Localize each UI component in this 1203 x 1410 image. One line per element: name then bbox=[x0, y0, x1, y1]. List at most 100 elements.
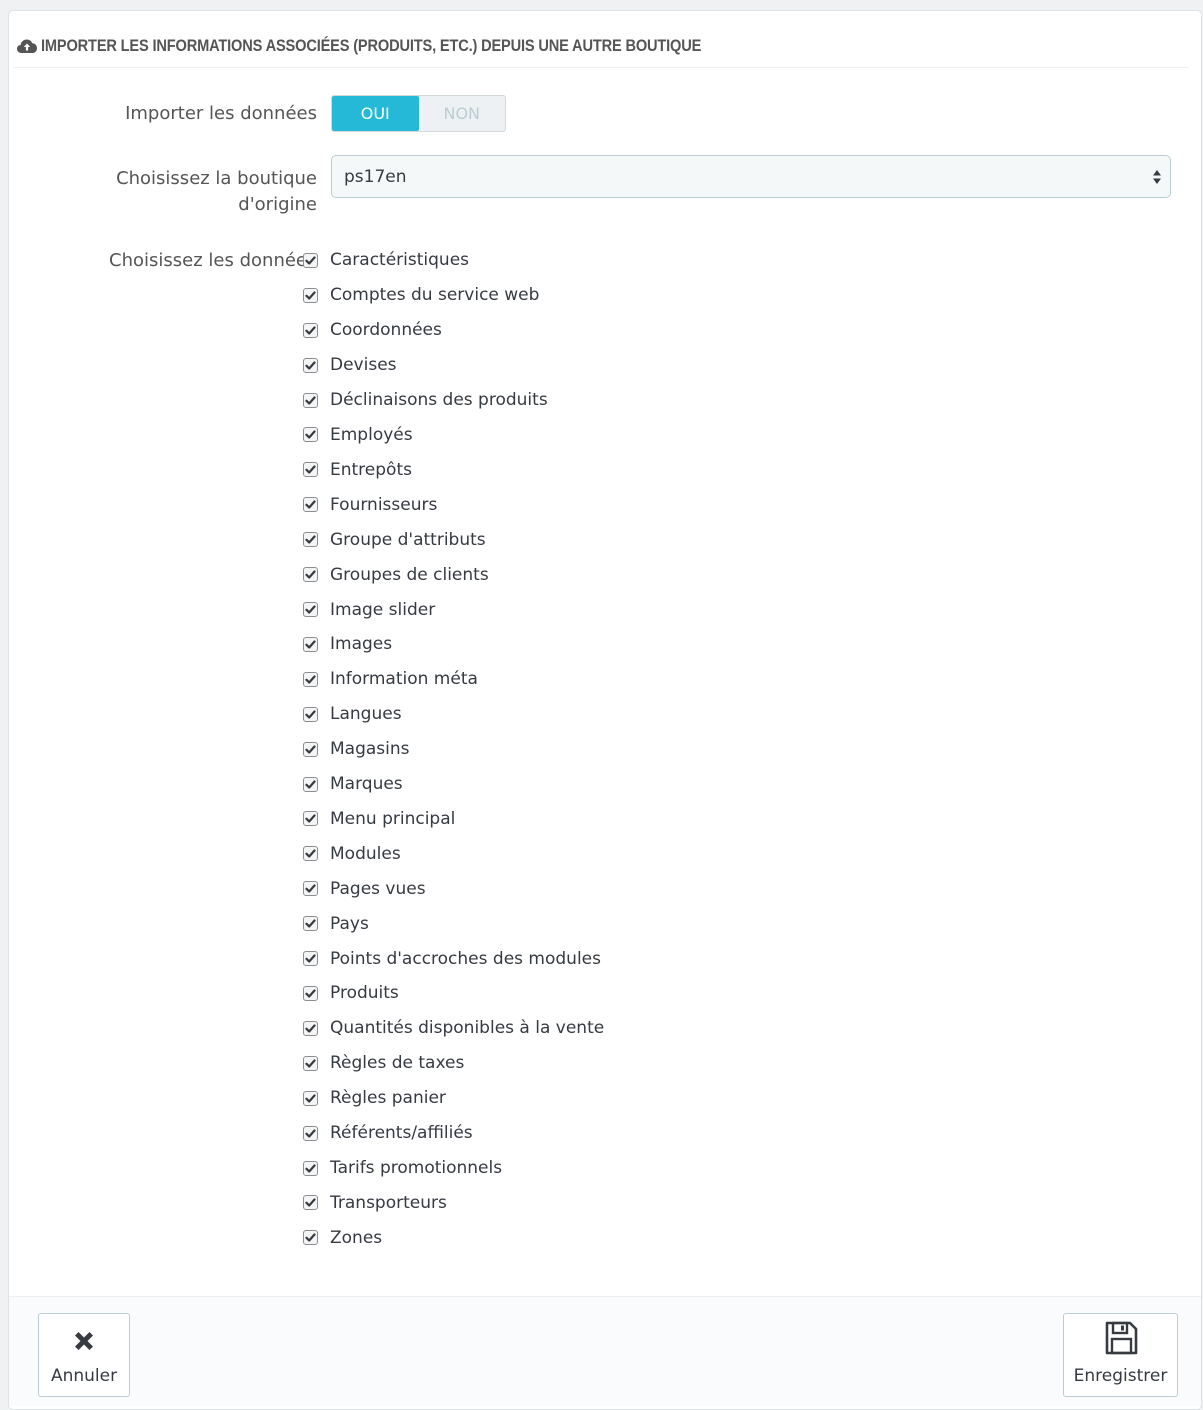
data-checkbox-row[interactable]: Groupe d'attributs bbox=[301, 522, 604, 557]
checkbox[interactable] bbox=[303, 1090, 318, 1106]
checkbox-label: Caractéristiques bbox=[330, 250, 470, 271]
checkbox[interactable] bbox=[303, 811, 318, 827]
data-checkbox-row[interactable]: Pays bbox=[301, 906, 604, 941]
source-shop-select[interactable]: ps17en bbox=[331, 155, 1171, 198]
checkmark-icon bbox=[305, 640, 316, 649]
checkbox-label: Déclinaisons des produits bbox=[330, 390, 548, 411]
cancel-button[interactable]: Annuler bbox=[38, 1313, 130, 1397]
data-checkbox-row[interactable]: Pages vues bbox=[301, 871, 604, 906]
checkbox-label: Fournisseurs bbox=[330, 494, 438, 515]
switch-no-option[interactable]: NON bbox=[419, 96, 506, 131]
data-checkbox-row[interactable]: Images bbox=[301, 627, 604, 662]
checkmark-icon bbox=[305, 710, 316, 719]
data-checkbox-row[interactable]: Points d'accroches des modules bbox=[301, 941, 604, 976]
data-checkbox-row[interactable]: Coordonnées bbox=[301, 313, 604, 348]
data-checkbox-row[interactable]: Menu principal bbox=[301, 802, 604, 837]
checkbox[interactable] bbox=[303, 322, 318, 338]
checkbox-label: Devises bbox=[330, 355, 397, 376]
checkbox[interactable] bbox=[303, 1125, 318, 1141]
checkbox[interactable] bbox=[303, 916, 318, 932]
source-shop-value: ps17en bbox=[344, 166, 407, 187]
checkbox[interactable] bbox=[303, 497, 318, 513]
checkmark-icon bbox=[305, 1163, 316, 1173]
checkbox[interactable] bbox=[303, 1020, 318, 1036]
data-checkbox-row[interactable]: Déclinaisons des produits bbox=[301, 383, 604, 418]
checkmark-icon bbox=[305, 605, 316, 614]
import-data-switch[interactable]: OUI NON bbox=[331, 95, 506, 132]
checkbox-label: Information méta bbox=[330, 669, 478, 690]
checkbox[interactable] bbox=[303, 252, 318, 268]
checkmark-icon bbox=[305, 675, 316, 684]
checkbox[interactable] bbox=[303, 985, 318, 1001]
select-arrows-icon bbox=[1153, 170, 1161, 184]
data-checkbox-row[interactable]: Image slider bbox=[301, 592, 604, 627]
data-checkbox-row[interactable]: Entrepôts bbox=[301, 452, 604, 487]
source-shop-label-line1: Choisissez la boutique bbox=[116, 168, 317, 189]
data-checkbox-row[interactable]: Référents/affiliés bbox=[301, 1116, 604, 1151]
data-checkbox-row[interactable]: Zones bbox=[301, 1220, 604, 1255]
checkbox[interactable] bbox=[303, 951, 318, 967]
save-button[interactable]: Enregistrer bbox=[1063, 1313, 1178, 1397]
checkbox[interactable] bbox=[303, 392, 318, 408]
checkbox-label: Modules bbox=[330, 843, 401, 864]
checkbox[interactable] bbox=[303, 846, 318, 862]
checkbox[interactable] bbox=[303, 706, 318, 722]
checkbox[interactable] bbox=[303, 881, 318, 897]
close-icon bbox=[75, 1332, 93, 1350]
checkmark-icon bbox=[305, 1059, 316, 1068]
checkbox-label: Langues bbox=[330, 704, 402, 725]
checkbox[interactable] bbox=[303, 357, 318, 373]
checkbox-label: Quantités disponibles à la vente bbox=[330, 1018, 605, 1039]
checkbox[interactable] bbox=[303, 1055, 318, 1071]
checkbox-label: Image slider bbox=[330, 599, 436, 620]
data-checkbox-row[interactable]: Règles de taxes bbox=[301, 1046, 604, 1081]
checkmark-icon bbox=[305, 1024, 316, 1033]
data-checkbox-row[interactable]: Magasins bbox=[301, 732, 604, 767]
checkbox-label: Marques bbox=[330, 774, 403, 795]
checkbox[interactable] bbox=[303, 1195, 318, 1211]
checkbox[interactable] bbox=[303, 462, 318, 478]
data-checkbox-row[interactable]: Produits bbox=[301, 976, 604, 1011]
data-checkbox-row[interactable]: Devises bbox=[301, 348, 604, 383]
switch-yes-option[interactable]: OUI bbox=[332, 96, 419, 131]
checkmark-icon bbox=[305, 745, 316, 754]
checkbox[interactable] bbox=[303, 602, 318, 618]
checkbox[interactable] bbox=[303, 532, 318, 548]
data-checkbox-row[interactable]: Quantités disponibles à la vente bbox=[301, 1011, 604, 1046]
checkmark-icon bbox=[305, 1233, 316, 1242]
data-checkbox-row[interactable]: Fournisseurs bbox=[301, 487, 604, 522]
import-data-label: Importer les données bbox=[125, 103, 317, 124]
data-checkbox-row[interactable]: Groupes de clients bbox=[301, 557, 604, 592]
data-checkbox-row[interactable]: Règles panier bbox=[301, 1081, 604, 1116]
checkbox-label: Entrepôts bbox=[330, 459, 412, 480]
checkbox[interactable] bbox=[303, 776, 318, 792]
checkbox-label: Magasins bbox=[330, 739, 410, 760]
checkbox-label: Comptes du service web bbox=[330, 285, 540, 306]
data-checkbox-row[interactable]: Tarifs promotionnels bbox=[301, 1151, 604, 1186]
cancel-button-label: Annuler bbox=[50, 1366, 118, 1386]
checkbox[interactable] bbox=[303, 427, 318, 443]
floppy-disk-icon bbox=[1105, 1321, 1137, 1355]
checkbox[interactable] bbox=[303, 567, 318, 583]
source-shop-label-line2: d'origine bbox=[238, 194, 317, 215]
checkbox[interactable] bbox=[303, 671, 318, 687]
checkbox[interactable] bbox=[303, 741, 318, 757]
checkmark-icon bbox=[305, 1094, 316, 1103]
checkmark-icon bbox=[305, 430, 316, 440]
panel-heading: IMPORTER LES INFORMATIONS ASSOCIÉES (PRO… bbox=[14, 24, 1189, 68]
data-checkbox-row[interactable]: Information méta bbox=[301, 662, 604, 697]
data-checkbox-row[interactable]: Comptes du service web bbox=[301, 278, 604, 313]
checkbox-label: Pays bbox=[330, 913, 369, 934]
data-checkbox-row[interactable]: Marques bbox=[301, 767, 604, 802]
checkbox[interactable] bbox=[303, 287, 318, 303]
checkbox-label: Zones bbox=[330, 1227, 383, 1248]
checkbox[interactable] bbox=[303, 1160, 318, 1176]
checkbox[interactable] bbox=[303, 1230, 318, 1246]
data-checkbox-row[interactable]: Langues bbox=[301, 697, 604, 732]
data-checkbox-row[interactable]: Caractéristiques bbox=[301, 243, 604, 278]
checkbox[interactable] bbox=[303, 636, 318, 652]
data-checkbox-row[interactable]: Modules bbox=[301, 836, 604, 871]
data-checkbox-row[interactable]: Employés bbox=[301, 418, 604, 453]
checkbox-label: Règles panier bbox=[330, 1088, 446, 1109]
data-checkbox-row[interactable]: Transporteurs bbox=[301, 1185, 604, 1220]
